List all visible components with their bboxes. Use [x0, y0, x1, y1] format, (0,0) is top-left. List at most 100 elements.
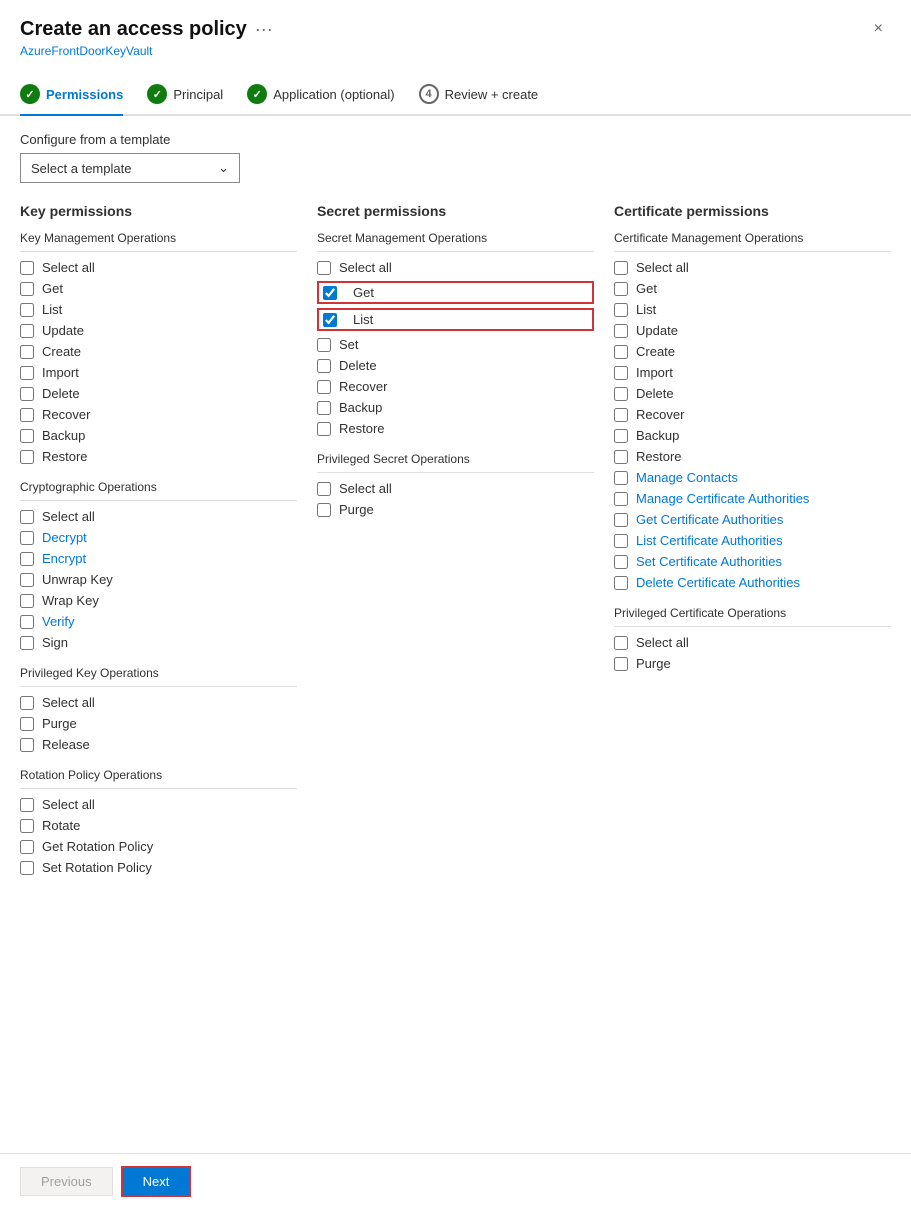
km-get-checkbox[interactable] [20, 282, 34, 296]
pc-select-all-checkbox[interactable] [614, 636, 628, 650]
pk-release-checkbox[interactable] [20, 738, 34, 752]
rp-get-checkbox[interactable] [20, 840, 34, 854]
co-unwrap-label[interactable]: Unwrap Key [42, 572, 113, 587]
rp-select-all-checkbox[interactable] [20, 798, 34, 812]
cm-import-label[interactable]: Import [636, 365, 673, 380]
rp-select-all-label[interactable]: Select all [42, 797, 95, 812]
cm-select-all-label[interactable]: Select all [636, 260, 689, 275]
sm-select-all-label[interactable]: Select all [339, 260, 392, 275]
cm-restore-label[interactable]: Restore [636, 449, 682, 464]
sm-get-checkbox[interactable] [323, 286, 337, 300]
sm-backup-label[interactable]: Backup [339, 400, 382, 415]
km-backup-label[interactable]: Backup [42, 428, 85, 443]
ps-select-all-label[interactable]: Select all [339, 481, 392, 496]
ps-purge-label[interactable]: Purge [339, 502, 374, 517]
pc-purge-checkbox[interactable] [614, 657, 628, 671]
sm-list-label[interactable]: List [353, 312, 373, 327]
tab-permissions[interactable]: ✓ Permissions [20, 76, 139, 114]
ps-select-all-checkbox[interactable] [317, 482, 331, 496]
cm-list-label[interactable]: List [636, 302, 656, 317]
km-import-checkbox[interactable] [20, 366, 34, 380]
cm-import-checkbox[interactable] [614, 366, 628, 380]
co-sign-checkbox[interactable] [20, 636, 34, 650]
rp-get-label[interactable]: Get Rotation Policy [42, 839, 153, 854]
km-list-checkbox[interactable] [20, 303, 34, 317]
co-select-all-label[interactable]: Select all [42, 509, 95, 524]
cm-create-label[interactable]: Create [636, 344, 675, 359]
cm-list-ca-label[interactable]: List Certificate Authorities [636, 533, 783, 548]
sm-set-checkbox[interactable] [317, 338, 331, 352]
co-wrap-label[interactable]: Wrap Key [42, 593, 99, 608]
co-sign-label[interactable]: Sign [42, 635, 68, 650]
sm-select-all-checkbox[interactable] [317, 261, 331, 275]
cm-list-ca-checkbox[interactable] [614, 534, 628, 548]
cm-contacts-label[interactable]: Manage Contacts [636, 470, 738, 485]
sm-delete-checkbox[interactable] [317, 359, 331, 373]
co-encrypt-checkbox[interactable] [20, 552, 34, 566]
cm-set-ca-label[interactable]: Set Certificate Authorities [636, 554, 782, 569]
rp-set-label[interactable]: Set Rotation Policy [42, 860, 152, 875]
sm-backup-checkbox[interactable] [317, 401, 331, 415]
cm-ca-checkbox[interactable] [614, 492, 628, 506]
km-recover-label[interactable]: Recover [42, 407, 90, 422]
co-unwrap-checkbox[interactable] [20, 573, 34, 587]
km-list-label[interactable]: List [42, 302, 62, 317]
pc-select-all-label[interactable]: Select all [636, 635, 689, 650]
cm-ca-label[interactable]: Manage Certificate Authorities [636, 491, 809, 506]
km-delete-checkbox[interactable] [20, 387, 34, 401]
next-button[interactable]: Next [121, 1166, 192, 1197]
cm-delete-label[interactable]: Delete [636, 386, 674, 401]
cm-set-ca-checkbox[interactable] [614, 555, 628, 569]
km-create-checkbox[interactable] [20, 345, 34, 359]
cm-delete-checkbox[interactable] [614, 387, 628, 401]
cm-recover-label[interactable]: Recover [636, 407, 684, 422]
cm-update-label[interactable]: Update [636, 323, 678, 338]
rp-rotate-checkbox[interactable] [20, 819, 34, 833]
pc-purge-label[interactable]: Purge [636, 656, 671, 671]
km-select-all-label[interactable]: Select all [42, 260, 95, 275]
sm-get-label[interactable]: Get [353, 285, 374, 300]
km-restore-checkbox[interactable] [20, 450, 34, 464]
pk-select-all-label[interactable]: Select all [42, 695, 95, 710]
sm-recover-label[interactable]: Recover [339, 379, 387, 394]
km-update-label[interactable]: Update [42, 323, 84, 338]
ps-purge-checkbox[interactable] [317, 503, 331, 517]
cm-list-checkbox[interactable] [614, 303, 628, 317]
tab-review[interactable]: 4 Review + create [419, 76, 555, 114]
km-create-label[interactable]: Create [42, 344, 81, 359]
km-backup-checkbox[interactable] [20, 429, 34, 443]
sm-restore-checkbox[interactable] [317, 422, 331, 436]
pk-select-all-checkbox[interactable] [20, 696, 34, 710]
tab-principal[interactable]: ✓ Principal [147, 76, 239, 114]
km-delete-label[interactable]: Delete [42, 386, 80, 401]
tab-application[interactable]: ✓ Application (optional) [247, 76, 410, 114]
cm-get-label[interactable]: Get [636, 281, 657, 296]
cm-create-checkbox[interactable] [614, 345, 628, 359]
sm-list-checkbox[interactable] [323, 313, 337, 327]
cm-delete-ca-label[interactable]: Delete Certificate Authorities [636, 575, 800, 590]
pk-purge-checkbox[interactable] [20, 717, 34, 731]
co-verify-label[interactable]: Verify [42, 614, 75, 629]
km-update-checkbox[interactable] [20, 324, 34, 338]
co-decrypt-checkbox[interactable] [20, 531, 34, 545]
km-select-all-checkbox[interactable] [20, 261, 34, 275]
pk-purge-label[interactable]: Purge [42, 716, 77, 731]
sm-restore-label[interactable]: Restore [339, 421, 385, 436]
cm-get-ca-checkbox[interactable] [614, 513, 628, 527]
cm-delete-ca-checkbox[interactable] [614, 576, 628, 590]
sm-delete-label[interactable]: Delete [339, 358, 377, 373]
cm-restore-checkbox[interactable] [614, 450, 628, 464]
cm-select-all-checkbox[interactable] [614, 261, 628, 275]
cm-update-checkbox[interactable] [614, 324, 628, 338]
km-restore-label[interactable]: Restore [42, 449, 88, 464]
pk-release-label[interactable]: Release [42, 737, 90, 752]
co-select-all-checkbox[interactable] [20, 510, 34, 524]
km-import-label[interactable]: Import [42, 365, 79, 380]
co-decrypt-label[interactable]: Decrypt [42, 530, 87, 545]
sm-recover-checkbox[interactable] [317, 380, 331, 394]
rp-set-checkbox[interactable] [20, 861, 34, 875]
template-dropdown[interactable]: Select a template ⌄ [20, 153, 240, 183]
dialog-title-more[interactable]: ··· [255, 19, 273, 40]
previous-button[interactable]: Previous [20, 1167, 113, 1196]
rp-rotate-label[interactable]: Rotate [42, 818, 80, 833]
